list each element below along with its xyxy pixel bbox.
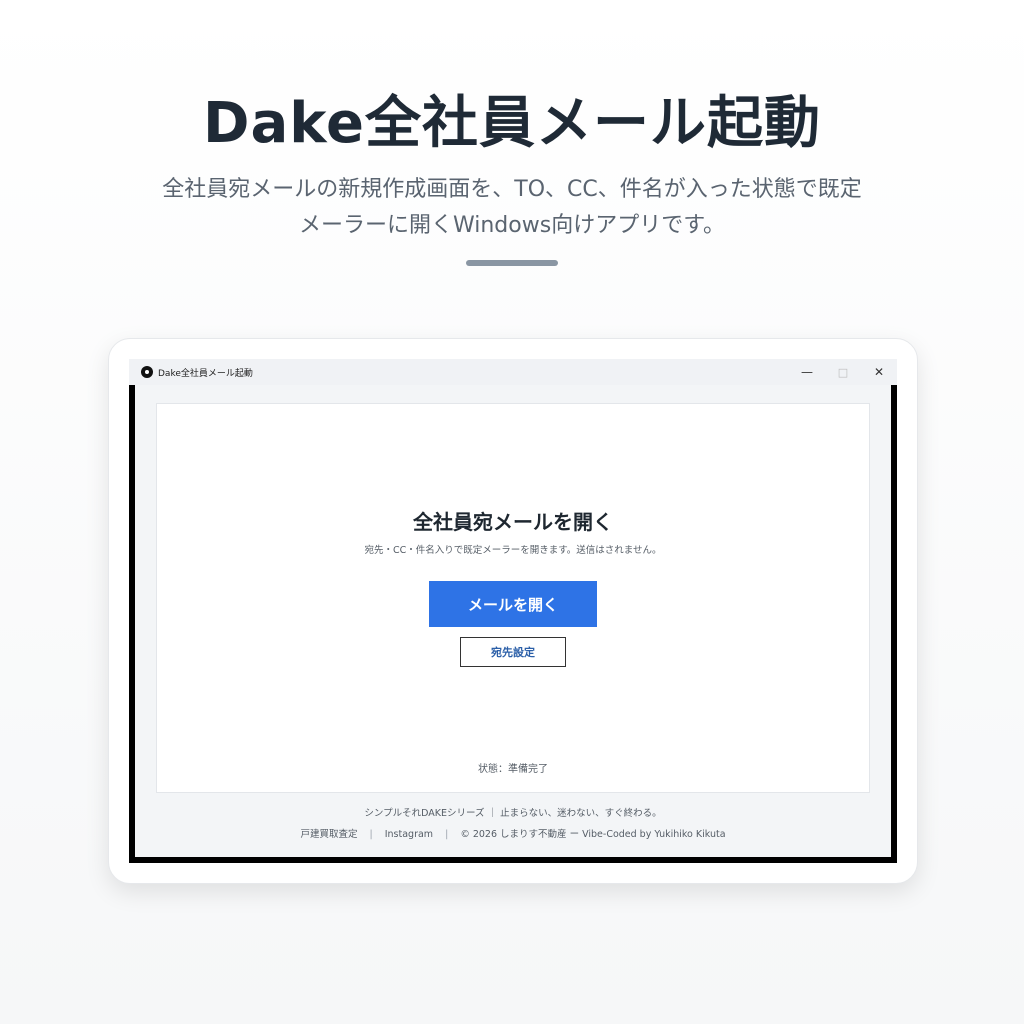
main-card: 全社員宛メールを開く 宛先・CC・件名入りで既定メーラーを開きます。送信はされま… (156, 403, 870, 793)
footer-link-instagram[interactable]: Instagram (385, 829, 433, 840)
maximize-button[interactable]: □ (825, 359, 861, 385)
hero-subtitle-line1: 全社員宛メールの新規作成画面を、TO、CC、件名が入った状態で既定 (162, 177, 862, 202)
footer-separator: | (369, 829, 373, 840)
window-title: Dake全社員メール起動 (158, 368, 253, 379)
footer-copyright: © 2026 しまりす不動産 ー Vibe-Coded by Yukihiko … (460, 829, 726, 840)
footer-tagline: シンプルそれDAKEシリーズ ｜ 止まらない、迷わない、すぐ終わる。 (364, 808, 662, 819)
footer-link-appraisal[interactable]: 戸建買取査定 (300, 829, 357, 840)
card-title: 全社員宛メールを開く (413, 510, 613, 534)
card-description: 宛先・CC・件名入りで既定メーラーを開きます。送信はされません。 (364, 545, 662, 556)
window-titlebar[interactable]: Dake全社員メール起動 — □ ✕ (129, 359, 897, 385)
close-button[interactable]: ✕ (861, 359, 897, 385)
window-client-area: 全社員宛メールを開く 宛先・CC・件名入りで既定メーラーを開きます。送信はされま… (135, 385, 891, 857)
hero-title: Dake全社員メール起動 (203, 91, 821, 156)
footer-separator: | (445, 829, 449, 840)
footer-links: 戸建買取査定 | Instagram | © 2026 しまりす不動産 ー Vi… (135, 826, 891, 840)
recipient-settings-button[interactable]: 宛先設定 (460, 637, 566, 667)
hero-subtitle-line2: メーラーに開くWindows向けアプリです。 (298, 213, 725, 238)
hero-subtitle: 全社員宛メールの新規作成画面を、TO、CC、件名が入った状態で既定 メーラーに開… (80, 172, 944, 244)
status-text: 状態：準備完了 (478, 764, 548, 775)
app-logo-icon (141, 366, 153, 378)
app-window: Dake全社員メール起動 — □ ✕ 全社員宛メールを開く 宛先・CC・件名入り… (129, 359, 897, 863)
minimize-button[interactable]: — (789, 359, 825, 385)
open-mail-button[interactable]: メールを開く (429, 581, 597, 627)
device-frame: Dake全社員メール起動 — □ ✕ 全社員宛メールを開く 宛先・CC・件名入り… (108, 338, 918, 884)
hero-divider (466, 260, 558, 266)
window-controls: — □ ✕ (789, 359, 897, 385)
